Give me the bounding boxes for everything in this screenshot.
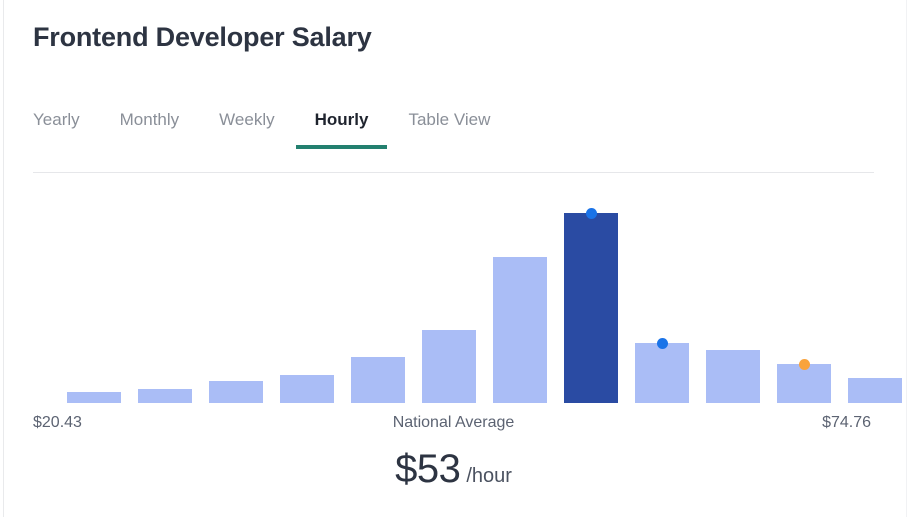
tab-label: Yearly [33, 110, 80, 129]
tabs-divider [33, 172, 874, 173]
page-title: Frontend Developer Salary [33, 22, 372, 52]
marker-orange-icon[interactable] [798, 359, 810, 370]
bar[interactable] [706, 350, 760, 403]
bar[interactable] [351, 357, 405, 403]
tab-monthly[interactable]: Monthly [120, 110, 180, 158]
axis-center-label: National Average [392, 414, 515, 431]
summary-value: $53/hour [0, 447, 907, 492]
axis-max-label: $74.76 [822, 414, 871, 431]
bar[interactable] [493, 257, 547, 403]
bar[interactable] [67, 392, 121, 403]
tab-label: Hourly [314, 110, 369, 129]
salary-distribution-chart [0, 0, 907, 517]
tab-table-view[interactable]: Table View [408, 110, 490, 158]
bar[interactable] [635, 343, 689, 403]
bar[interactable] [280, 375, 334, 403]
tab-active-underline [295, 145, 388, 149]
bar[interactable] [138, 389, 192, 403]
salary-widget: Frontend Developer Salary Yearly Monthly W… [0, 0, 907, 517]
tab-label: Table View [408, 110, 491, 129]
tab-weekly[interactable]: Weekly [219, 110, 274, 158]
summary-amount: $53 [395, 447, 461, 491]
summary-unit: /hour [466, 465, 512, 487]
bar-highlighted[interactable] [564, 213, 618, 403]
tab-bar: Yearly Monthly Weekly Hourly Table View [33, 110, 490, 158]
marker-blue-peak-icon[interactable] [585, 208, 597, 219]
tab-hourly[interactable]: Hourly [295, 110, 388, 158]
tab-label: Monthly [119, 110, 180, 129]
bar[interactable] [422, 330, 476, 403]
bar[interactable] [848, 378, 902, 403]
bar[interactable] [209, 381, 263, 403]
tab-yearly[interactable]: Yearly [33, 110, 80, 158]
tab-label: Weekly [219, 110, 275, 129]
card-left-border [3, 0, 4, 517]
marker-blue-secondary-icon[interactable] [656, 338, 668, 349]
